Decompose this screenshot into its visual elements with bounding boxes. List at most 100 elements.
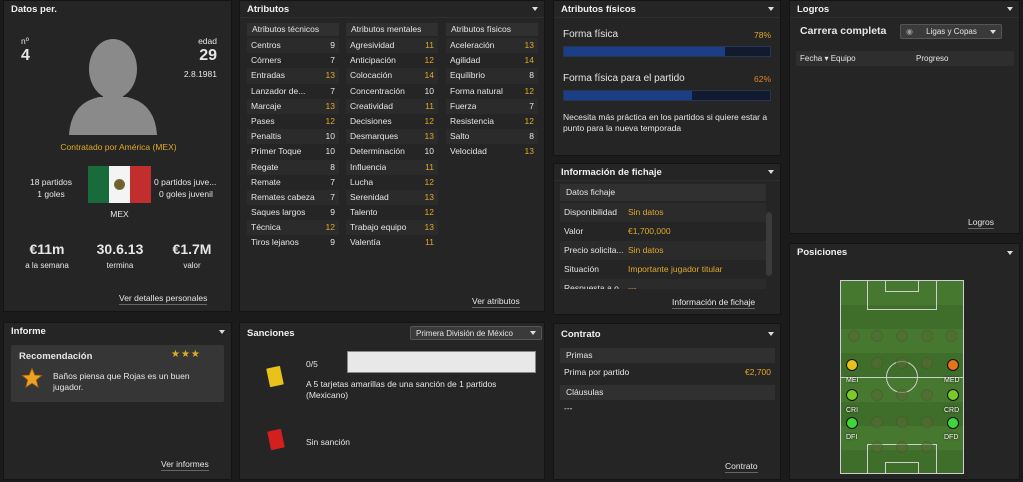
attribute-value: 7 bbox=[330, 55, 335, 66]
chevron-down-icon[interactable] bbox=[768, 332, 774, 336]
transfer-row-value: Importante jugador titular bbox=[628, 264, 723, 274]
positions-pitch: MEI MED CRI CRD DFI DFD bbox=[840, 280, 964, 474]
mental-column: Atributos mentales Agresividad 11 Anticipa… bbox=[346, 23, 438, 251]
shirt-number: 4 bbox=[21, 47, 30, 64]
chevron-down-icon[interactable] bbox=[1007, 7, 1013, 11]
attribute-value: 10 bbox=[424, 146, 434, 157]
attribute-name: Saques largos bbox=[251, 207, 306, 218]
attribute-value: 13 bbox=[424, 131, 434, 142]
attribute-value: 13 bbox=[524, 40, 534, 50]
attribute-name: Tiros lejanos bbox=[251, 237, 299, 248]
attribute-name: Fuerza bbox=[450, 100, 477, 111]
transfer-row-value: €1,700,000 bbox=[628, 226, 671, 236]
attribute-row: Lucha 12 bbox=[346, 175, 438, 190]
transfer-scrollbar[interactable] bbox=[766, 212, 772, 276]
attribute-value: 12 bbox=[524, 115, 534, 126]
player-silhouette-icon bbox=[59, 33, 167, 135]
age: 29 bbox=[199, 47, 217, 64]
attribute-name: Forma natural bbox=[450, 85, 503, 96]
position-crd-dot bbox=[947, 389, 959, 401]
view-personal-details-link[interactable]: Ver detalles personales bbox=[119, 293, 208, 305]
chevron-down-icon[interactable] bbox=[768, 170, 774, 174]
attribute-value: 10 bbox=[325, 146, 335, 157]
report-title: Informe bbox=[11, 326, 46, 337]
col-progress[interactable]: Progreso bbox=[916, 51, 948, 66]
attribute-name: Agilidad bbox=[450, 55, 481, 66]
attribute-row: Creatividad 11 bbox=[346, 98, 438, 114]
chevron-down-icon[interactable] bbox=[1007, 250, 1013, 255]
positions-title: Posiciones bbox=[797, 247, 848, 258]
attributes-panel: Atributos Atributos técnicos Centros 9 Cór… bbox=[239, 0, 545, 312]
attribute-name: Resistencia bbox=[450, 115, 494, 126]
transfer-row-label: Precio solicita... bbox=[564, 245, 624, 255]
transfer-row-value: Sin datos bbox=[628, 207, 664, 217]
position-crd-label: CRD bbox=[944, 407, 960, 414]
personal-panel: Datos per. nº 4 edad 29 2.8.1981 Contrat… bbox=[3, 0, 232, 312]
col-date[interactable]: Fecha ▾ Equipo bbox=[796, 51, 916, 66]
attribute-row: Valentía 11 bbox=[346, 235, 438, 250]
attribute-value: 13 bbox=[424, 191, 434, 202]
contract-panel: Contrato Primas Prima por partido €2,700… bbox=[553, 323, 781, 480]
attributes-header: Atributos bbox=[240, 1, 544, 18]
attribute-row: Concentración 10 bbox=[346, 84, 438, 99]
attribute-name: Lucha bbox=[350, 176, 374, 187]
fitness-note: Necesita más práctica en los partidos si… bbox=[563, 112, 768, 133]
transfer-row-label: Situación bbox=[564, 264, 599, 274]
attribute-row: Talento 12 bbox=[346, 205, 438, 220]
yellow-card-icon bbox=[266, 365, 284, 388]
competition-filter-select[interactable]: ◉ Ligas y Copas bbox=[900, 24, 1002, 39]
personal-header: Datos per. bbox=[4, 1, 231, 18]
attribute-row: Saques largos 9 bbox=[247, 205, 339, 220]
contract-header: Contrato bbox=[554, 324, 780, 344]
attribute-row: Fuerza 7 bbox=[446, 98, 538, 114]
chevron-down-icon[interactable] bbox=[532, 7, 538, 11]
wage-label: a la semana bbox=[25, 261, 69, 270]
attribute-row: Salto 8 bbox=[446, 129, 538, 145]
attribute-name: Valentía bbox=[350, 237, 381, 248]
transfer-info-link[interactable]: Información de fichaje bbox=[672, 297, 756, 309]
attribute-name: Centros bbox=[251, 40, 281, 50]
chevron-down-icon bbox=[990, 29, 996, 34]
attribute-row: Pases 12 bbox=[247, 114, 339, 129]
achievements-link[interactable]: Logros bbox=[968, 217, 994, 229]
attribute-name: Remate bbox=[251, 176, 281, 187]
match-bonus-row: Prima por partido €2,700 bbox=[560, 364, 775, 380]
chevron-down-icon[interactable] bbox=[768, 7, 774, 11]
red-card-text: Sin sanción bbox=[306, 437, 350, 447]
view-reports-link[interactable]: Ver informes bbox=[161, 459, 209, 471]
attribute-name: Trabajo equipo bbox=[350, 222, 407, 233]
contract-end-label: termina bbox=[106, 261, 134, 270]
attribute-value: 13 bbox=[325, 100, 335, 111]
attribute-name: Anticipación bbox=[350, 55, 396, 66]
chevron-down-icon[interactable] bbox=[219, 329, 225, 334]
yellow-card-progress bbox=[347, 351, 536, 373]
transfer-row: Disponibilidad Sin datos bbox=[560, 203, 766, 222]
attribute-row: Desmarques 13 bbox=[346, 129, 438, 145]
attribute-value: 7 bbox=[330, 191, 335, 202]
youth-goals: 0 goles juvenil bbox=[159, 189, 213, 199]
league-select[interactable]: Primera División de México bbox=[410, 326, 542, 340]
attribute-name: Marcaje bbox=[251, 100, 282, 111]
recommendation-title: Recomendación bbox=[19, 351, 93, 362]
contract-link[interactable]: Contrato bbox=[725, 461, 758, 473]
attribute-value: 9 bbox=[330, 40, 335, 50]
attribute-row: Anticipación 12 bbox=[346, 53, 438, 68]
report-header: Informe bbox=[4, 323, 231, 340]
attribute-name: Colocación bbox=[350, 70, 393, 81]
attribute-name: Influencia bbox=[350, 161, 387, 172]
attribute-value: 12 bbox=[325, 222, 335, 233]
attribute-value: 11 bbox=[425, 237, 434, 248]
eye-icon: ◉ bbox=[906, 27, 913, 36]
view-attributes-link[interactable]: Ver atributos bbox=[472, 296, 520, 308]
attribute-value: 10 bbox=[424, 85, 434, 96]
fitness-header: Atributos físicos bbox=[554, 1, 780, 18]
attribute-name: Velocidad bbox=[450, 146, 487, 157]
position-dfd-label: DFD bbox=[944, 434, 959, 441]
attribute-row: Aceleración 13 bbox=[446, 38, 538, 54]
achievements-header: Logros bbox=[790, 1, 1019, 18]
attribute-name: Córners bbox=[251, 55, 282, 66]
match-fitness-value: 62% bbox=[753, 74, 771, 84]
transfer-row: Valor €1,700,000 bbox=[560, 222, 766, 241]
chevron-down-icon bbox=[530, 331, 536, 335]
attribute-name: Lanzador de... bbox=[251, 85, 306, 96]
